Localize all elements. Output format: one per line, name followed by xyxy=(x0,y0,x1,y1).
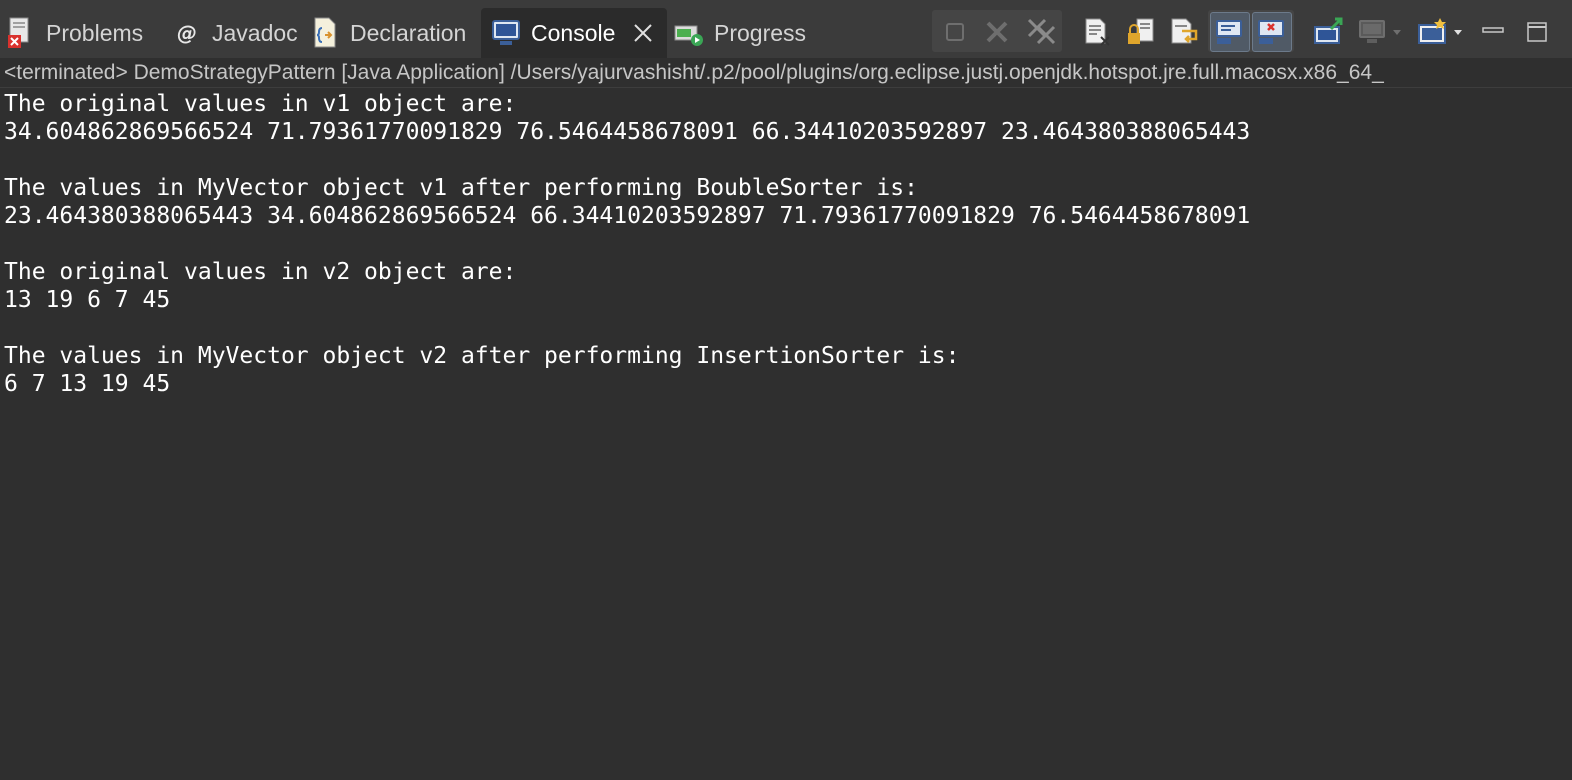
console-output[interactable]: The original values in v1 object are: 34… xyxy=(0,88,1572,780)
console-line: The values in MyVector object v2 after p… xyxy=(4,343,960,369)
console-line: 23.464380388065443 34.604862869566524 66… xyxy=(4,203,1251,229)
tab-bar: Problems @ Javadoc Declaration Console P… xyxy=(0,0,1572,59)
maximize-icon[interactable] xyxy=(1520,14,1554,50)
scroll-lock-icon[interactable] xyxy=(1124,14,1158,50)
minimize-icon[interactable] xyxy=(1476,14,1510,50)
console-process-label: <terminated> DemoStrategyPattern [Java A… xyxy=(0,58,1572,88)
pin-console-icon[interactable] xyxy=(1312,14,1346,50)
console-icon xyxy=(491,18,521,48)
javadoc-icon: @ xyxy=(172,18,202,48)
progress-icon xyxy=(674,18,704,48)
console-line: The values in MyVector object v1 after p… xyxy=(4,175,918,201)
remove-all-terminated-icon[interactable] xyxy=(1025,14,1059,50)
problems-icon xyxy=(6,17,36,48)
terminate-icon[interactable] xyxy=(938,14,972,50)
show-on-stdout-icon[interactable] xyxy=(1210,12,1250,52)
console-line: The original values in v1 object are: xyxy=(4,91,517,117)
tab-label: Progress xyxy=(714,19,807,46)
tab-label: Javadoc xyxy=(212,19,298,46)
tab-console[interactable]: Console xyxy=(481,8,668,58)
show-on-stderr-icon[interactable] xyxy=(1252,12,1292,52)
display-selected-console-icon[interactable] xyxy=(1357,14,1403,50)
console-line: 6 7 13 19 45 xyxy=(4,371,171,397)
svg-text:@: @ xyxy=(177,21,197,45)
console-line: The original values in v2 object are: xyxy=(4,259,517,285)
tab-label: Console xyxy=(531,19,616,46)
console-line: 34.604862869566524 71.79361770091829 76.… xyxy=(4,119,1251,145)
tab-problems[interactable]: Problems xyxy=(6,8,143,58)
open-console-icon[interactable] xyxy=(1416,14,1466,50)
clear-console-icon[interactable] xyxy=(1080,14,1114,50)
declaration-icon xyxy=(310,17,340,48)
tab-declaration[interactable]: Declaration xyxy=(310,8,466,58)
remove-launch-icon[interactable] xyxy=(980,14,1014,50)
close-icon[interactable] xyxy=(631,21,655,45)
tab-label: Declaration xyxy=(350,19,467,46)
console-line: 13 19 6 7 45 xyxy=(4,287,171,313)
tab-progress[interactable]: Progress xyxy=(674,8,806,58)
word-wrap-icon[interactable] xyxy=(1167,14,1201,50)
console-view: Problems @ Javadoc Declaration Console P… xyxy=(0,0,1572,780)
tab-label: Problems xyxy=(46,19,144,46)
tab-javadoc[interactable]: @ Javadoc xyxy=(172,8,298,58)
